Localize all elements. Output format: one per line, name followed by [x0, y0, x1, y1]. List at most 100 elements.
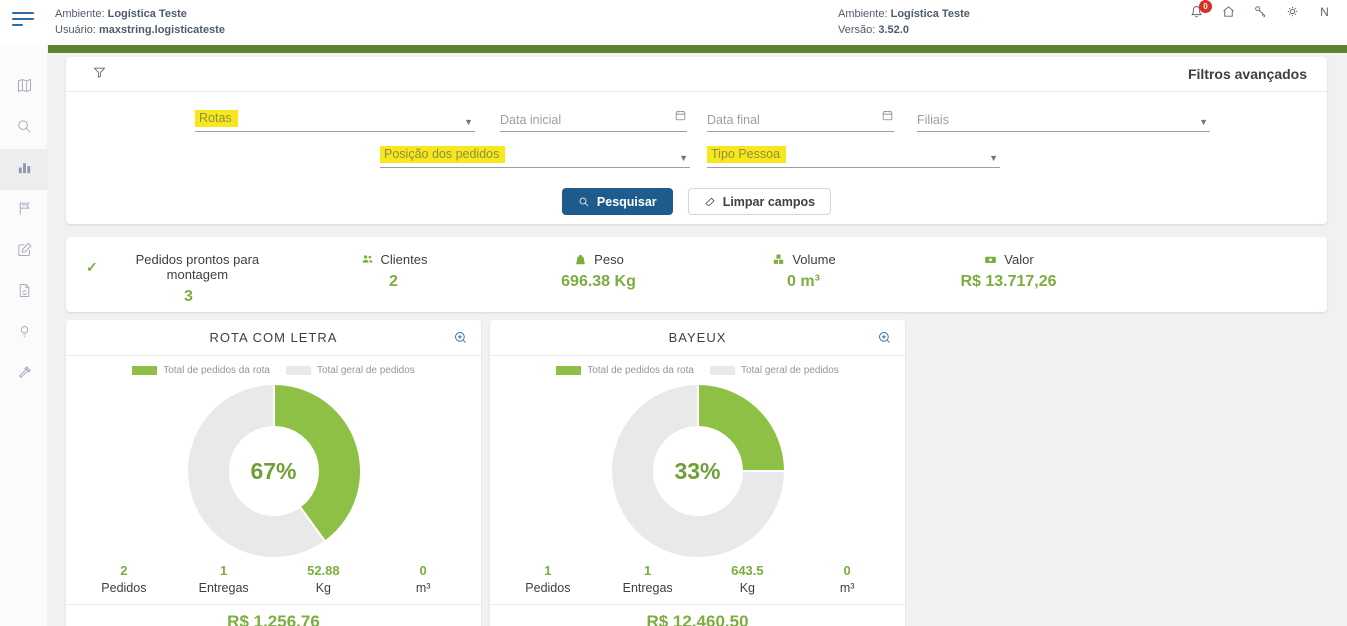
legend-swatch-green: [556, 366, 581, 375]
rotas-select[interactable]: Rotas ▼: [195, 105, 475, 132]
sidebar-item-routes[interactable]: [0, 190, 48, 231]
key-icon[interactable]: [1252, 3, 1269, 20]
notification-badge: 0: [1199, 0, 1212, 13]
home-icon[interactable]: [1220, 3, 1237, 20]
check-icon: ✓: [86, 259, 98, 276]
eraser-icon: [704, 196, 716, 208]
gear-icon[interactable]: [1284, 3, 1301, 20]
donut-chart: 67%: [188, 385, 360, 557]
sidebar-item-dashboard[interactable]: [0, 149, 48, 190]
data-inicial-input[interactable]: Data inicial: [500, 105, 687, 132]
summary-clientes: Clientes 2: [291, 252, 496, 291]
chart-legend: Total de pedidos da rota Total geral de …: [490, 365, 905, 376]
donut-percentage: 33%: [612, 385, 784, 557]
edit-icon: [16, 241, 33, 263]
ambiente-value: Logística Teste: [108, 8, 187, 20]
volume-icon: [771, 252, 786, 267]
menu-icon[interactable]: [12, 12, 36, 32]
filter-funnel-icon[interactable]: [92, 65, 110, 83]
filters-title: Filtros avançados: [1188, 66, 1307, 82]
legend-swatch-green: [132, 366, 157, 375]
bar-chart-icon: [16, 159, 33, 181]
versao-value: 3.52.0: [878, 24, 909, 36]
summary-clientes-value: 2: [291, 273, 496, 291]
summary-panel: ✓ Pedidos prontos para montagem 3 Client…: [66, 237, 1327, 312]
summary-pedidos-prontos-value: 3: [86, 288, 291, 306]
sidebar-item-map[interactable]: [0, 67, 48, 108]
filters-panel: Filtros avançados Rotas ▼ Data inicial D…: [66, 57, 1327, 224]
top-bar: Ambiente: Logística Teste Usuário: maxst…: [0, 0, 1347, 45]
calendar-icon: [674, 109, 687, 127]
main-content: Filtros avançados Rotas ▼ Data inicial D…: [48, 53, 1347, 626]
donut-percentage: 67%: [188, 385, 360, 557]
limpar-campos-button[interactable]: Limpar campos: [688, 188, 831, 215]
chart-legend: Total de pedidos da rota Total geral de …: [66, 365, 481, 376]
sidebar-item-documents[interactable]: [0, 272, 48, 313]
legend-item-rota[interactable]: Total de pedidos da rota: [132, 365, 270, 376]
environment-info: Ambiente: Logística Teste Usuário: maxst…: [55, 6, 225, 38]
rotas-label: Rotas: [195, 110, 238, 127]
calendar-icon: [881, 109, 894, 127]
sidebar: [0, 45, 48, 626]
sidebar-item-edit[interactable]: [0, 231, 48, 272]
legend-swatch-gray: [710, 366, 735, 375]
filiais-label: Filiais: [917, 113, 949, 127]
pesquisar-button[interactable]: Pesquisar: [562, 188, 673, 215]
summary-peso-value: 696.38 Kg: [496, 273, 701, 291]
route-chart-card: BAYEUX Total de pedidos da rota Total ge…: [490, 320, 905, 626]
legend-item-geral[interactable]: Total geral de pedidos: [710, 365, 839, 376]
summary-volume-value: 0 m³: [701, 273, 906, 291]
ambiente-label: Ambiente:: [55, 8, 105, 20]
search-icon: [16, 118, 33, 140]
sidebar-item-search[interactable]: [0, 108, 48, 149]
chart-total-value: R$ 12.460,50: [490, 612, 905, 626]
sidebar-item-tools[interactable]: [0, 354, 48, 395]
weight-icon: [573, 252, 588, 267]
posicao-pedidos-label: Posição dos pedidos: [380, 146, 505, 163]
sidebar-item-ideas[interactable]: [0, 313, 48, 354]
chart-stats-row: 1Pedidos 1Entregas 643.5Kg 0m³: [490, 563, 905, 605]
bell-icon[interactable]: 0: [1188, 3, 1205, 20]
chart-title: BAYEUX: [669, 330, 727, 345]
map-icon: [16, 77, 33, 99]
summary-valor-value: R$ 13.717,26: [906, 273, 1111, 291]
clients-icon: [360, 252, 375, 267]
route-chart-card: ROTA COM LETRA Total de pedidos da rota …: [66, 320, 481, 626]
chart-stats-row: 2Pedidos 1Entregas 52.88Kg 0m³: [66, 563, 481, 605]
legend-item-geral[interactable]: Total geral de pedidos: [286, 365, 415, 376]
data-final-input[interactable]: Data final: [707, 105, 894, 132]
chevron-down-icon: ▼: [1199, 117, 1210, 127]
route-flag-icon: [16, 200, 33, 222]
legend-item-rota[interactable]: Total de pedidos da rota: [556, 365, 694, 376]
posicao-pedidos-select[interactable]: Posição dos pedidos ▼: [380, 141, 690, 168]
search-icon: [578, 196, 590, 208]
summary-pedidos-prontos: ✓ Pedidos prontos para montagem 3: [86, 252, 291, 306]
accent-bar: [48, 45, 1347, 53]
usuario-label: Usuário:: [55, 24, 96, 36]
zoom-in-icon[interactable]: [453, 330, 469, 346]
filiais-select[interactable]: Filiais ▼: [917, 105, 1210, 132]
data-inicial-label: Data inicial: [500, 113, 561, 127]
summary-volume: Volume 0 m³: [701, 252, 906, 291]
legend-swatch-gray: [286, 366, 311, 375]
chart-title: ROTA COM LETRA: [210, 330, 338, 345]
chevron-down-icon: ▼: [679, 153, 690, 163]
summary-valor: Valor R$ 13.717,26: [906, 252, 1111, 291]
tipo-pessoa-label: Tipo Pessoa: [707, 146, 786, 163]
usuario-value: maxstring.logisticateste: [99, 24, 225, 36]
tools-icon: [16, 364, 33, 386]
language-icon[interactable]: N: [1316, 3, 1333, 20]
tipo-pessoa-select[interactable]: Tipo Pessoa ▼: [707, 141, 1000, 168]
money-icon: [983, 252, 998, 267]
zoom-in-icon[interactable]: [877, 330, 893, 346]
versao-label: Versão:: [838, 24, 875, 36]
bulb-icon: [16, 323, 33, 345]
summary-peso: Peso 696.38 Kg: [496, 252, 701, 291]
donut-chart: 33%: [612, 385, 784, 557]
chevron-down-icon: ▼: [464, 117, 475, 127]
data-final-label: Data final: [707, 113, 760, 127]
version-info: Ambiente: Logística Teste Versão: 3.52.0: [838, 6, 970, 38]
chevron-down-icon: ▼: [989, 153, 1000, 163]
chart-total-value: R$ 1.256,76: [66, 612, 481, 626]
document-icon: [16, 282, 33, 304]
